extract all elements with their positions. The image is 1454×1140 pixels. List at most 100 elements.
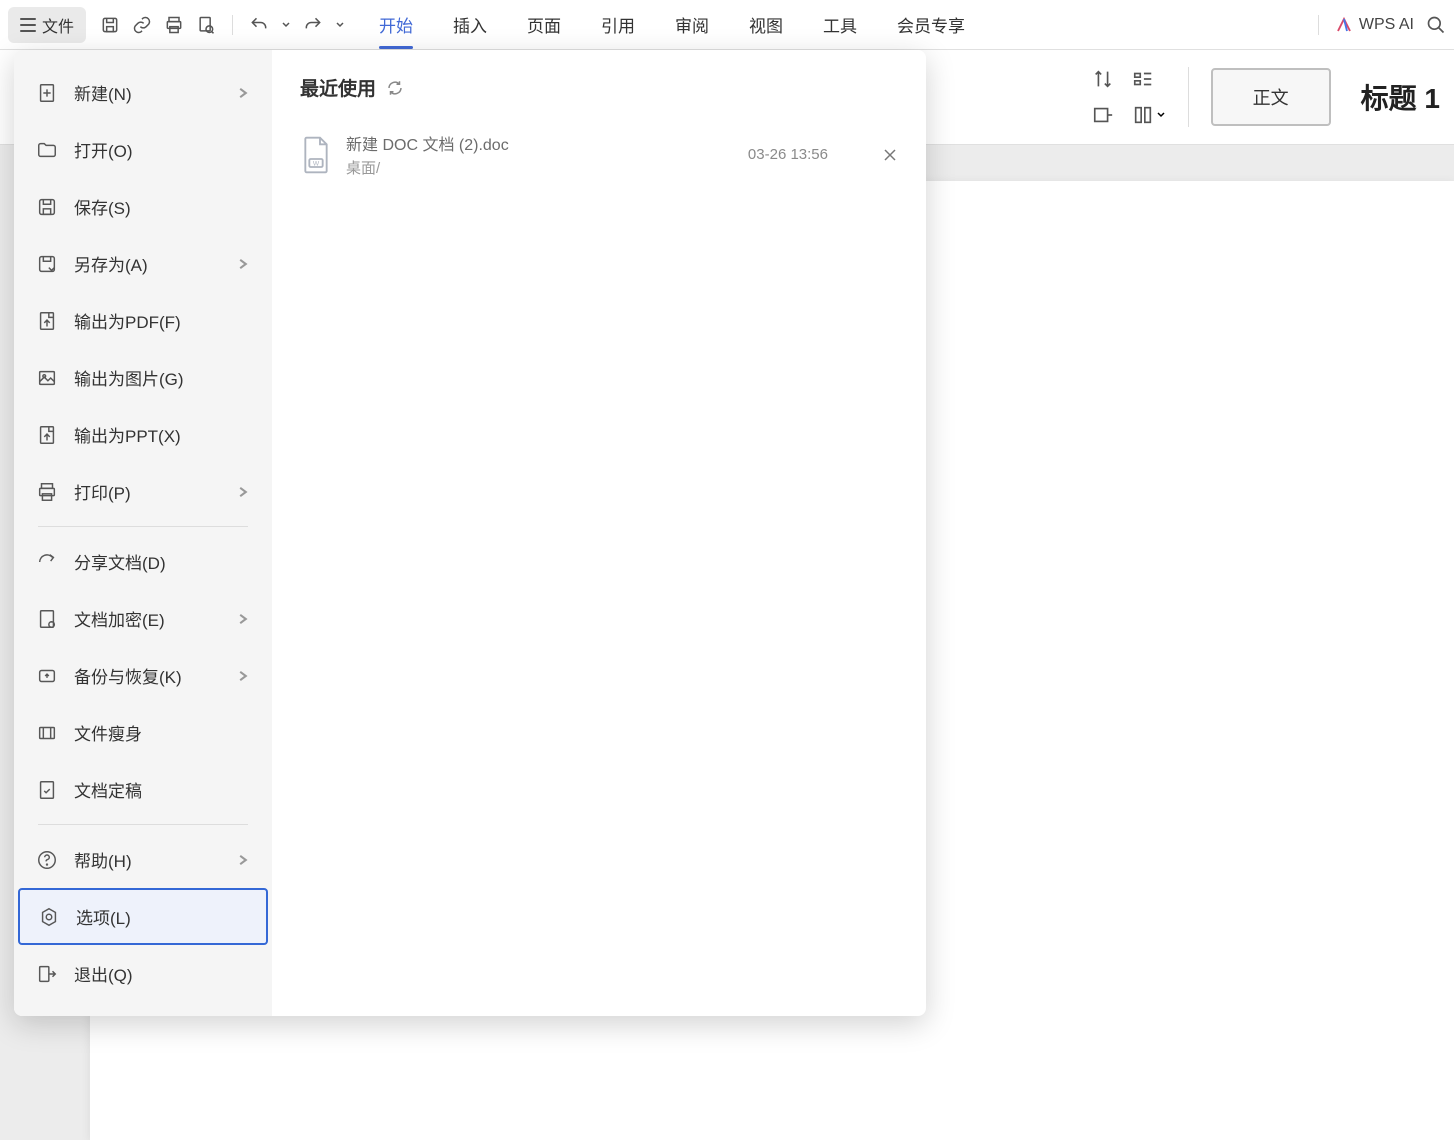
document-icon: W <box>300 135 332 175</box>
menu-finalize[interactable]: 文档定稿 <box>14 761 272 818</box>
tab-start[interactable]: 开始 <box>379 2 413 47</box>
recent-title-row: 最近使用 <box>300 74 898 101</box>
chevron-right-icon <box>236 86 250 100</box>
menu-export-pdf-label: 输出为PDF(F) <box>74 308 250 333</box>
hamburger-icon <box>20 18 36 32</box>
columns-dropdown[interactable] <box>1132 104 1166 126</box>
tab-member[interactable]: 会员专享 <box>897 2 965 47</box>
sort-icon[interactable] <box>1092 68 1114 90</box>
refresh-icon[interactable] <box>386 79 404 97</box>
recent-file-name: 新建 DOC 文档 (2).doc <box>346 131 734 155</box>
chevron-right-icon <box>236 485 250 499</box>
menu-divider <box>38 526 248 527</box>
close-icon[interactable] <box>882 147 898 163</box>
search-icon[interactable] <box>1426 15 1446 35</box>
recent-file-path: 桌面/ <box>346 157 734 178</box>
menu-encrypt[interactable]: 文档加密(E) <box>14 590 272 647</box>
undo-icon[interactable] <box>249 15 269 35</box>
finalize-icon <box>36 779 58 801</box>
tab-review[interactable]: 审阅 <box>675 2 709 47</box>
menu-divider <box>38 824 248 825</box>
menu-export-ppt[interactable]: 输出为PPT(X) <box>14 406 272 463</box>
style-heading-1[interactable]: 标题 1 <box>1361 77 1440 117</box>
menu-save[interactable]: 保存(S) <box>14 178 272 235</box>
menu-help-label: 帮助(H) <box>74 847 220 872</box>
menu-new-label: 新建(N) <box>74 80 220 105</box>
top-toolbar: 文件 开始 插入 页面 引用 审阅 视图 工具 会员专享 WPS AI <box>0 0 1454 50</box>
undo-dropdown-icon[interactable] <box>281 15 291 35</box>
menu-exit[interactable]: 退出(Q) <box>14 945 272 1002</box>
pdf-icon <box>36 310 58 332</box>
slim-icon <box>36 722 58 744</box>
style-normal[interactable]: 正文 <box>1211 68 1331 126</box>
menu-finalize-label: 文档定稿 <box>74 777 250 802</box>
preview-icon[interactable] <box>196 15 216 35</box>
redo-dropdown-icon[interactable] <box>335 15 345 35</box>
menu-open[interactable]: 打开(O) <box>14 121 272 178</box>
tab-view[interactable]: 视图 <box>749 2 783 47</box>
print-icon[interactable] <box>164 15 184 35</box>
menu-save-label: 保存(S) <box>74 194 250 219</box>
file-menu-panel: 新建(N) 打开(O) 保存(S) 另存为(A) 输出为PDF(F) 输出为图片… <box>14 50 926 1016</box>
menu-export-pdf[interactable]: 输出为PDF(F) <box>14 292 272 349</box>
tab-reference[interactable]: 引用 <box>601 2 635 47</box>
save-as-icon <box>36 253 58 275</box>
recent-file-info: 新建 DOC 文档 (2).doc 桌面/ <box>346 131 734 178</box>
new-icon <box>36 82 58 104</box>
menu-open-label: 打开(O) <box>74 137 250 162</box>
chevron-right-icon <box>236 612 250 626</box>
chevron-right-icon <box>236 257 250 271</box>
image-icon <box>36 367 58 389</box>
recent-file-time: 03-26 13:56 <box>748 146 828 163</box>
menu-backup[interactable]: 备份与恢复(K) <box>14 647 272 704</box>
redo-icon[interactable] <box>303 15 323 35</box>
gear-icon <box>38 906 60 928</box>
spacing-icon[interactable] <box>1132 68 1154 90</box>
link-icon[interactable] <box>132 15 152 35</box>
separator <box>232 15 233 35</box>
print-icon <box>36 481 58 503</box>
help-icon <box>36 849 58 871</box>
insert-icon[interactable] <box>1092 104 1114 126</box>
separator <box>1318 15 1319 35</box>
file-menu-sidebar: 新建(N) 打开(O) 保存(S) 另存为(A) 输出为PDF(F) 输出为图片… <box>14 50 272 1016</box>
menu-save-as[interactable]: 另存为(A) <box>14 235 272 292</box>
separator <box>1188 67 1189 127</box>
menu-share[interactable]: 分享文档(D) <box>14 533 272 590</box>
menu-backup-label: 备份与恢复(K) <box>74 663 220 688</box>
wps-ai-icon <box>1335 16 1353 34</box>
svg-text:W: W <box>313 160 320 167</box>
save-icon[interactable] <box>100 15 120 35</box>
chevron-right-icon <box>236 853 250 867</box>
menu-export-ppt-label: 输出为PPT(X) <box>74 422 250 447</box>
ribbon-tabs: 开始 插入 页面 引用 审阅 视图 工具 会员专享 <box>379 2 965 47</box>
menu-print-label: 打印(P) <box>74 479 220 504</box>
menu-encrypt-label: 文档加密(E) <box>74 606 220 631</box>
recent-files-panel: 最近使用 W 新建 DOC 文档 (2).doc 桌面/ 03-26 13:56 <box>272 50 926 1016</box>
file-menu-button[interactable]: 文件 <box>8 7 86 43</box>
lock-icon <box>36 608 58 630</box>
share-icon <box>36 551 58 573</box>
chevron-right-icon <box>236 669 250 683</box>
menu-export-image[interactable]: 输出为图片(G) <box>14 349 272 406</box>
menu-options-label: 选项(L) <box>76 904 248 929</box>
menu-print[interactable]: 打印(P) <box>14 463 272 520</box>
tab-tools[interactable]: 工具 <box>823 2 857 47</box>
menu-share-label: 分享文档(D) <box>74 549 250 574</box>
ppt-icon <box>36 424 58 446</box>
menu-new[interactable]: 新建(N) <box>14 64 272 121</box>
tab-page[interactable]: 页面 <box>527 2 561 47</box>
menu-slim[interactable]: 文件瘦身 <box>14 704 272 761</box>
tab-insert[interactable]: 插入 <box>453 2 487 47</box>
menu-slim-label: 文件瘦身 <box>74 720 250 745</box>
exit-icon <box>36 963 58 985</box>
backup-icon <box>36 665 58 687</box>
menu-options[interactable]: 选项(L) <box>18 888 268 945</box>
wps-ai-button[interactable]: WPS AI <box>1335 16 1414 34</box>
menu-help[interactable]: 帮助(H) <box>14 831 272 888</box>
recent-title: 最近使用 <box>300 74 376 101</box>
menu-export-image-label: 输出为图片(G) <box>74 365 250 390</box>
recent-file-item[interactable]: W 新建 DOC 文档 (2).doc 桌面/ 03-26 13:56 <box>300 121 898 188</box>
menu-save-as-label: 另存为(A) <box>74 251 220 276</box>
file-menu-label: 文件 <box>42 13 74 37</box>
